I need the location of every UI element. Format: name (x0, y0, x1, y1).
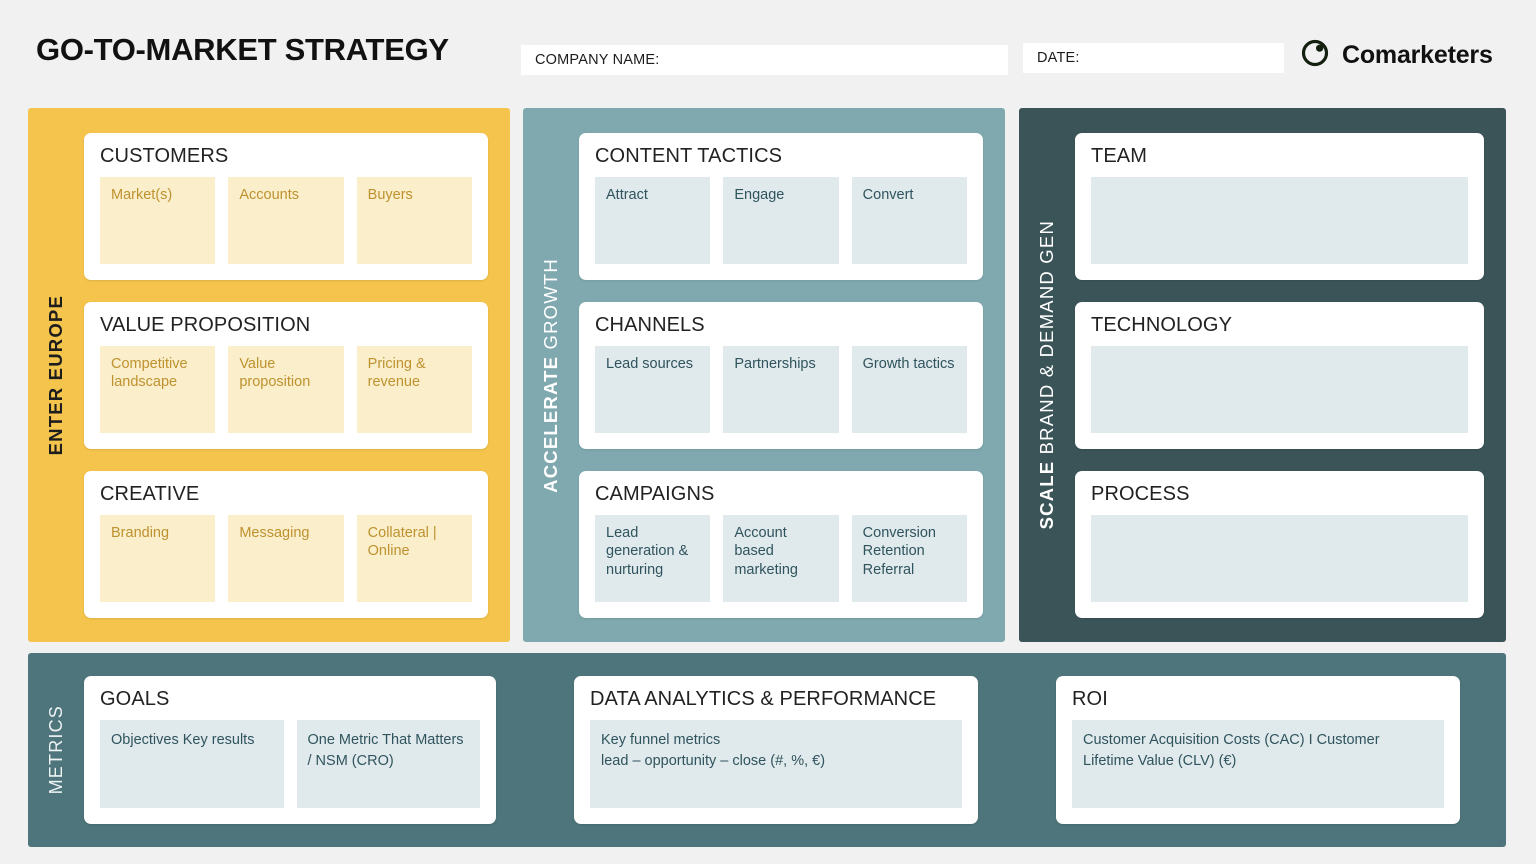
card-team[interactable]: TEAM (1075, 132, 1484, 280)
cell-market[interactable]: Market(s) (100, 176, 216, 264)
column-enter-europe: ENTER EUROPE CUSTOMERS Market(s) Account… (28, 108, 510, 642)
page-title: GO-TO-MARKET STRATEGY (36, 32, 449, 67)
cards-enter-europe: CUSTOMERS Market(s) Accounts Buyers VALU… (84, 108, 510, 642)
card-title: CREATIVE (100, 482, 200, 505)
card-title: CUSTOMERS (100, 144, 229, 167)
cell-growth-tactics[interactable]: Growth tactics (851, 345, 967, 433)
rail-enter-europe: ENTER EUROPE (28, 108, 84, 642)
gtm-strategy-canvas: GO-TO-MARKET STRATEGY COMPANY NAME: DATE… (0, 0, 1536, 864)
cell-lead-generation-nurturing[interactable]: Lead generation & nurturing (595, 514, 711, 602)
card-roi[interactable]: ROI Customer Acquisition Costs (CAC) I C… (1056, 676, 1460, 824)
cell-row: Lead sources Partnerships Growth tactics (595, 345, 967, 433)
cell-process-notes[interactable] (1091, 514, 1468, 602)
card-title: TECHNOLOGY (1091, 313, 1233, 336)
circle-dot-logo-icon (1300, 38, 1330, 73)
card-title: CAMPAIGNS (595, 482, 715, 505)
rail-label-strong: SCALE (1036, 461, 1058, 530)
card-technology[interactable]: TECHNOLOGY (1075, 301, 1484, 449)
cell-row: Attract Engage Convert (595, 176, 967, 264)
card-title: CONTENT TACTICS (595, 144, 783, 167)
card-title: PROCESS (1091, 482, 1190, 505)
rail-label-scale-brand-demand-gen: SCALE BRAND & DEMAND GEN (1036, 220, 1058, 530)
card-campaigns[interactable]: CAMPAIGNS Lead generation & nurturing Ac… (579, 470, 983, 618)
cell-row: Competitive landscape Value proposition … (100, 345, 472, 433)
column-accelerate-growth: ACCELERATE GROWTH CONTENT TACTICS Attrac… (523, 108, 1005, 642)
rail-accelerate-growth: ACCELERATE GROWTH (523, 108, 579, 642)
card-title: GOALS (100, 688, 170, 710)
cell-team-notes[interactable] (1091, 176, 1468, 264)
rail-label-rest: BRAND & DEMAND GEN (1036, 220, 1058, 461)
card-title: ROI (1072, 688, 1108, 710)
cell-row (1091, 514, 1468, 602)
cell-lead-sources[interactable]: Lead sources (595, 345, 711, 433)
brand-name: Comarketers (1342, 41, 1493, 69)
cell-row: Branding Messaging Collateral | Online (100, 514, 472, 602)
cell-branding[interactable]: Branding (100, 514, 216, 602)
card-title: DATA ANALYTICS & PERFORMANCE (590, 688, 937, 710)
cell-convert[interactable]: Convert (851, 176, 967, 264)
card-title: TEAM (1091, 144, 1147, 167)
cell-pricing-revenue[interactable]: Pricing & revenue (356, 345, 472, 433)
card-content-tactics[interactable]: CONTENT TACTICS Attract Engage Convert (579, 132, 983, 280)
card-customers[interactable]: CUSTOMERS Market(s) Accounts Buyers (84, 132, 488, 280)
card-goals[interactable]: GOALS Objectives Key results One Metric … (84, 676, 496, 824)
cell-partnerships[interactable]: Partnerships (723, 345, 839, 433)
rail-metrics: METRICS (28, 653, 84, 847)
rail-scale-brand-demand-gen: SCALE BRAND & DEMAND GEN (1019, 108, 1075, 642)
rail-label-enter-europe: ENTER EUROPE (45, 294, 67, 456)
cell-row: Lead generation & nurturing Account base… (595, 514, 967, 602)
cell-conversion-retention-referral[interactable]: Conversion Retention Referral (851, 514, 967, 602)
date-field[interactable]: DATE: (1023, 43, 1284, 73)
company-name-label: COMPANY NAME: (535, 52, 660, 68)
company-name-field[interactable]: COMPANY NAME: (521, 45, 1008, 75)
cell-technology-notes[interactable] (1091, 345, 1468, 433)
cell-row (1091, 345, 1468, 433)
cell-row: Objectives Key results One Metric That M… (100, 720, 480, 808)
cell-row (1091, 176, 1468, 264)
cell-accounts[interactable]: Accounts (228, 176, 344, 264)
card-process[interactable]: PROCESS (1075, 470, 1484, 618)
cell-engage[interactable]: Engage (723, 176, 839, 264)
cell-key-funnel-metrics[interactable]: Key funnel metrics lead – opportunity – … (590, 720, 962, 808)
cell-value-proposition[interactable]: Value proposition (228, 345, 344, 433)
cell-messaging[interactable]: Messaging (228, 514, 344, 602)
cell-buyers[interactable]: Buyers (356, 176, 472, 264)
cell-row: Market(s) Accounts Buyers (100, 176, 472, 264)
card-title: VALUE PROPOSITION (100, 313, 311, 336)
cell-one-metric-that-matters[interactable]: One Metric That Matters / NSM (CRO) (296, 720, 480, 808)
cell-account-based-marketing[interactable]: Account based marketing (723, 514, 839, 602)
column-scale-brand-demand-gen: SCALE BRAND & DEMAND GEN TEAM TECHNOLOGY… (1019, 108, 1506, 642)
card-title: CHANNELS (595, 313, 705, 336)
rail-label-metrics: METRICS (45, 705, 66, 795)
cards-scale: TEAM TECHNOLOGY PROCESS (1075, 108, 1506, 642)
metrics-band: METRICS GOALS Objectives Key results One… (28, 653, 1506, 847)
rail-label-rest: GROWTH (540, 257, 562, 356)
cell-row: Key funnel metrics lead – opportunity – … (590, 720, 962, 808)
brand-logo: Comarketers (1300, 38, 1493, 73)
card-data-analytics-performance[interactable]: DATA ANALYTICS & PERFORMANCE Key funnel … (574, 676, 978, 824)
rail-label-strong: ACCELERATE (540, 355, 562, 493)
cards-accelerate-growth: CONTENT TACTICS Attract Engage Convert C… (579, 108, 1005, 642)
rail-label-accelerate-growth: ACCELERATE GROWTH (540, 257, 562, 493)
date-label: DATE: (1037, 50, 1080, 66)
cell-competitive-landscape[interactable]: Competitive landscape (100, 345, 216, 433)
card-creative[interactable]: CREATIVE Branding Messaging Collateral |… (84, 470, 488, 618)
cell-cac-clv[interactable]: Customer Acquisition Costs (CAC) I Custo… (1072, 720, 1444, 808)
cell-row: Customer Acquisition Costs (CAC) I Custo… (1072, 720, 1444, 808)
card-value-proposition[interactable]: VALUE PROPOSITION Competitive landscape … (84, 301, 488, 449)
card-channels[interactable]: CHANNELS Lead sources Partnerships Growt… (579, 301, 983, 449)
metrics-cards: GOALS Objectives Key results One Metric … (84, 653, 1506, 847)
cell-collateral-online[interactable]: Collateral | Online (356, 514, 472, 602)
cell-objectives-key-results[interactable]: Objectives Key results (100, 720, 284, 808)
cell-attract[interactable]: Attract (595, 176, 711, 264)
